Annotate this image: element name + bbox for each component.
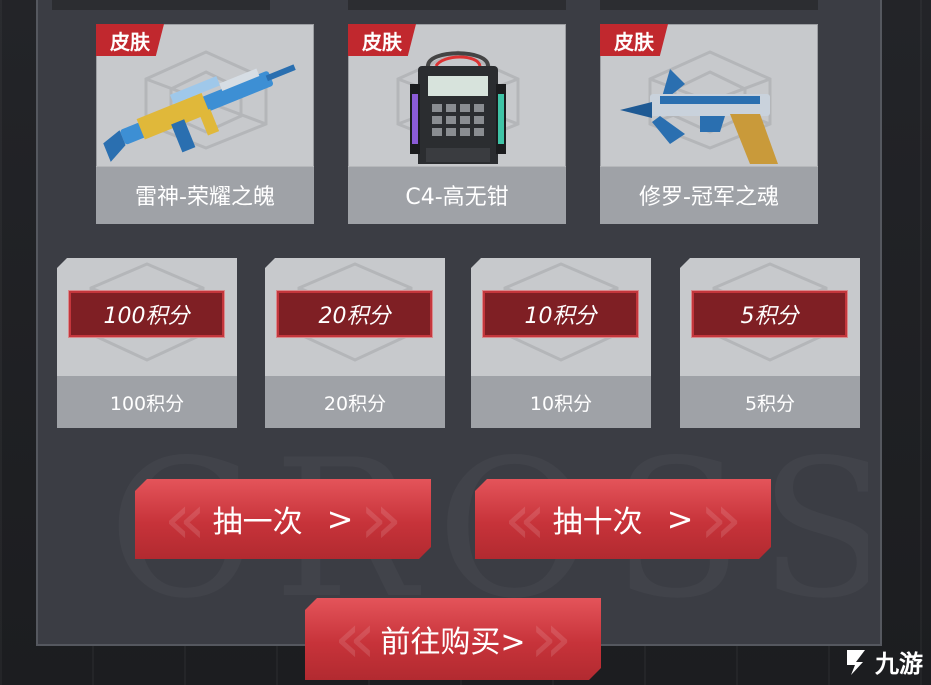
draw-ten-button[interactable]: « » 抽十次 > <box>475 479 771 559</box>
chevron-left-deco-icon: « <box>163 478 207 560</box>
c4-bomb-icon <box>410 51 506 164</box>
pistol-icon <box>620 69 778 164</box>
chevron-left-deco-icon: « <box>503 478 547 560</box>
points-label: 10积分 <box>471 376 651 428</box>
watermark-logo-text: 九游 <box>875 650 923 678</box>
panel-top-cap <box>52 0 270 10</box>
chevron-right-icon: > <box>666 500 694 538</box>
points-card-5[interactable]: 5积分 5积分 <box>680 258 860 428</box>
chevron-right-deco-icon: » <box>359 478 403 560</box>
points-badge: 20积分 <box>277 291 432 337</box>
skin-card-pistol[interactable]: 皮肤 修罗-冠军之魂 <box>600 24 818 224</box>
chevron-right-icon: > <box>326 500 354 538</box>
skin-name: 修罗-冠军之魂 <box>600 166 818 224</box>
panel-top-cap <box>348 0 566 10</box>
watermark-logo: 九游 <box>841 644 923 679</box>
chevron-right-deco-icon: » <box>529 597 573 679</box>
draw-once-button[interactable]: « » 抽一次 > <box>135 479 431 559</box>
points-card-100[interactable]: 100积分 100积分 <box>57 258 237 428</box>
points-badge: 5积分 <box>692 291 847 337</box>
skin-tag: 皮肤 <box>348 24 416 56</box>
points-card-10[interactable]: 10积分 10积分 <box>471 258 651 428</box>
points-label: 100积分 <box>57 376 237 428</box>
points-label: 20积分 <box>265 376 445 428</box>
jiuyou-logo-icon <box>847 649 865 675</box>
skin-name: C4-高无钳 <box>348 166 566 224</box>
draw-once-label: 抽一次 <box>212 505 303 540</box>
go-buy-label: 前往购买> <box>380 625 526 660</box>
rifle-icon <box>103 64 296 162</box>
go-buy-button[interactable]: « » 前往购买> <box>305 598 601 680</box>
points-badge: 100积分 <box>69 291 224 337</box>
skin-card-c4[interactable]: 皮肤 C4-高无钳 <box>348 24 566 224</box>
chevron-right-deco-icon: » <box>699 478 743 560</box>
chevron-left-deco-icon: « <box>333 597 377 679</box>
skin-name: 雷神-荣耀之魄 <box>96 166 314 224</box>
skin-card-rifle[interactable]: 皮肤 雷神-荣耀之魄 <box>96 24 314 224</box>
skin-tag: 皮肤 <box>96 24 164 56</box>
panel-top-cap <box>600 0 818 10</box>
points-label: 5积分 <box>680 376 860 428</box>
points-badge: 10积分 <box>483 291 638 337</box>
skin-tag: 皮肤 <box>600 24 668 56</box>
points-card-20[interactable]: 20积分 20积分 <box>265 258 445 428</box>
draw-ten-label: 抽十次 <box>552 505 643 540</box>
